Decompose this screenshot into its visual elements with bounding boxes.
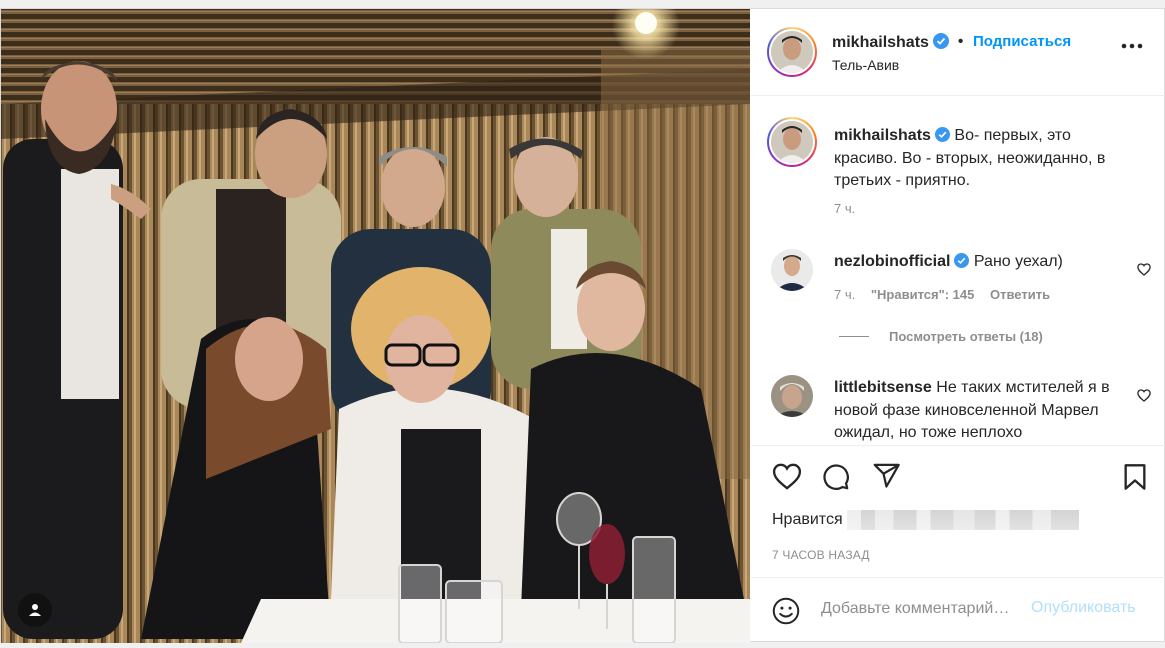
- verified-badge-icon: [934, 127, 950, 142]
- commenter-photo: [771, 375, 813, 417]
- comment-text: littlebitsense Не таких мстителей я в но…: [834, 377, 1124, 444]
- add-comment-bar: Опубликовать: [751, 577, 1165, 643]
- likes-summary[interactable]: Нравится: [772, 510, 1079, 530]
- publish-button[interactable]: Опубликовать: [1031, 599, 1136, 617]
- author-avatar[interactable]: [767, 27, 817, 77]
- comment-icon[interactable]: [822, 463, 850, 491]
- view-replies-label[interactable]: Посмотреть ответы (18): [889, 329, 1043, 344]
- commenter-avatar[interactable]: [771, 249, 813, 291]
- tagged-users-button[interactable]: [18, 593, 52, 627]
- reply-button[interactable]: Ответить: [990, 287, 1050, 302]
- commenter-avatar[interactable]: [771, 375, 813, 417]
- comment-heart-icon[interactable]: [1137, 263, 1151, 276]
- post-timestamp[interactable]: 7 ЧАСОВ НАЗАД: [772, 548, 870, 562]
- share-icon[interactable]: [873, 463, 901, 489]
- caption-text: mikhailshats Во- первых, это красиво. Во…: [834, 125, 1134, 193]
- more-horizontal-icon[interactable]: [1121, 43, 1143, 49]
- caption-author-photo: [771, 121, 813, 163]
- post-dialog: mikhailshats • Подписаться Тель-Авив mik…: [0, 8, 1165, 643]
- group-photo: [1, 9, 750, 643]
- comment-input[interactable]: [821, 596, 1031, 622]
- caption-username[interactable]: mikhailshats: [834, 127, 931, 144]
- user-icon: [29, 604, 41, 616]
- comment-body: Рано уехал): [973, 253, 1063, 270]
- view-replies-button[interactable]: Посмотреть ответы (18): [839, 329, 1043, 344]
- post-actions: Нравится 7 ЧАСОВ НАЗАД: [751, 445, 1165, 595]
- comment-likes[interactable]: "Нравится": 145: [871, 287, 975, 302]
- emoji-icon[interactable]: [772, 597, 800, 625]
- bookmark-icon[interactable]: [1123, 463, 1147, 491]
- separator-dot: •: [958, 33, 964, 50]
- likes-label: Нравится: [772, 511, 843, 528]
- post-photo[interactable]: [1, 9, 750, 643]
- post-sidebar: mikhailshats • Подписаться Тель-Авив mik…: [751, 9, 1165, 643]
- comments-list[interactable]: mikhailshats Во- первых, это красиво. Во…: [751, 97, 1165, 444]
- comment-username[interactable]: nezlobinofficial: [834, 253, 950, 270]
- likes-names-blurred: [846, 510, 1079, 530]
- caption-author-avatar[interactable]: [767, 117, 817, 167]
- verified-badge-icon: [932, 33, 949, 49]
- verified-badge-icon: [954, 253, 970, 268]
- comment-time[interactable]: 7 ч.: [834, 287, 855, 302]
- replies-divider: [839, 336, 869, 337]
- post-location[interactable]: Тель-Авив: [832, 57, 899, 73]
- heart-icon[interactable]: [772, 463, 802, 490]
- comment-heart-icon[interactable]: [1137, 389, 1151, 402]
- post-header: mikhailshats • Подписаться Тель-Авив: [751, 9, 1165, 96]
- comment-text: nezlobinofficial Рано уехал): [834, 251, 1124, 274]
- follow-button[interactable]: Подписаться: [973, 33, 1071, 50]
- comment-username[interactable]: littlebitsense: [834, 379, 932, 396]
- caption-time[interactable]: 7 ч.: [834, 201, 855, 216]
- author-photo: [771, 31, 813, 73]
- comment-meta: 7 ч. "Нравится": 145 Ответить: [834, 287, 1062, 302]
- commenter-photo: [771, 249, 813, 291]
- author-username[interactable]: mikhailshats: [832, 33, 949, 52]
